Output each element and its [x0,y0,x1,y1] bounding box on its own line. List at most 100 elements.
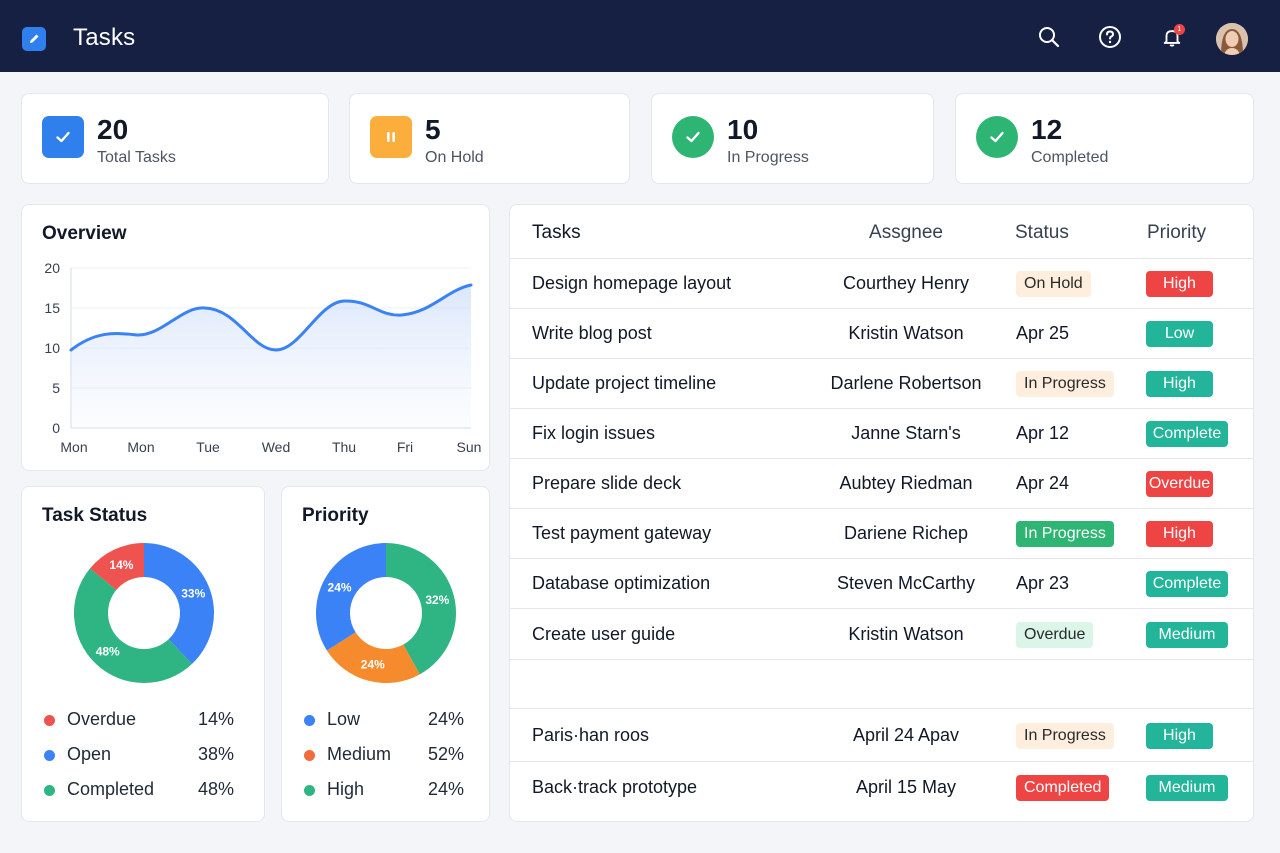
task-name: Create user guide [532,624,676,644]
status-cell: Apr 24 [1016,473,1069,494]
column-header-status[interactable]: Status [1015,222,1069,244]
donut-slice-label: 24% [361,657,385,671]
priority-cell: Low [1146,321,1213,347]
legend-percent: 24% [427,779,464,799]
legend-label: Low [327,709,361,729]
pause-icon [370,116,412,158]
y-tick: 0 [52,420,60,436]
x-tick: Mon [60,439,87,455]
task-status-donut-chart: 33% 48% 14% [73,543,215,683]
check-circle-icon [976,116,1018,158]
overview-area [71,285,471,428]
task-name: Back·track prototype [532,777,698,797]
priority-badge: Low [1146,321,1213,347]
priority-badge: High [1146,521,1213,547]
priority-cell: Complete [1146,571,1228,597]
donut-slice [316,543,386,651]
x-tick: Wed [262,439,291,455]
stat-card-total-tasks[interactable]: 20 Total Tasks [21,93,329,184]
legend-label: Medium [327,744,392,764]
legend-dot [44,750,55,761]
legend-item-completed: Completed 48% [42,779,242,801]
table-row[interactable]: Write blog post Kristin Watson Apr 25 Low [510,309,1253,359]
due-date: Apr 12 [1016,423,1070,443]
legend-item-open: Open 38% [42,744,242,766]
donut-slice [144,543,215,665]
priority-cell: High [1146,521,1213,547]
priority-badge: Overdue [1146,471,1213,497]
task-status-card: Task Status 33% 48% 14% Overdue 14% Open 3… [21,486,265,822]
task-name: Database optimization [532,573,711,593]
table-row[interactable]: Database optimization Steven McCarthy Apr … [510,559,1253,609]
table-row[interactable]: Create user guide Kristin Watson Overdue Me… [510,609,1253,660]
table-row[interactable]: Update project timeline Darlene Robertson… [510,359,1253,409]
table-row[interactable]: Paris·han roos April 24 Apav In Progress Hi… [510,709,1253,762]
priority-card: Priority 32% 24% 24% Low 24% Medium 52% Hi… [281,486,490,822]
status-cell: In Progress [1016,723,1114,749]
stat-card-in-progress[interactable]: 10 In Progress [651,93,934,184]
legend-percent: 52% [427,744,464,764]
priority-cell: High [1146,271,1213,297]
stat-card-completed[interactable]: 12 Completed [955,93,1254,184]
legend-percent: 48% [197,779,234,799]
donut-slice-label: 33% [181,586,205,600]
stat-label: Total Tasks [97,149,176,166]
task-assignee: Courthey Henry [842,273,970,293]
priority-badge: High [1146,271,1213,297]
notification-badge: 1 [1174,24,1185,35]
legend-item-medium: Medium 52% [302,744,472,766]
column-header-priority[interactable]: Priority [1147,222,1206,244]
checkbox-icon [42,116,84,158]
due-date: Apr 24 [1016,473,1070,493]
legend-dot [304,785,315,796]
overview-line-chart: 20 15 10 5 0 Mon Mon Tue Wed Thu Fri Sun [44,260,481,455]
check-circle-icon [672,116,714,158]
task-assignee: Steven McCarthy [836,573,976,593]
table-header: Tasks Assgnee Status Priority [510,205,1253,259]
legend-label: Completed [67,779,155,799]
stat-value: 5 [425,114,441,145]
table-row[interactable]: Fix login issues Janne Starn's Apr 12 Compl… [510,409,1253,459]
table-row[interactable]: Prepare slide deck Aubtey Riedman Apr 24 Ov… [510,459,1253,509]
column-header-assignee[interactable]: Assgnee [806,222,1006,244]
priority-cell: High [1146,371,1213,397]
app-logo-icon[interactable] [22,27,46,51]
legend-dot [304,715,315,726]
priority-title: Priority [302,505,369,526]
help-icon[interactable] [1097,24,1123,50]
legend-dot [44,715,55,726]
status-cell: On Hold [1016,271,1091,297]
status-cell: Completed [1016,775,1110,801]
task-assignee: Aubtey Riedman [839,473,973,493]
user-avatar[interactable] [1216,23,1248,55]
table-row[interactable]: Test payment gateway Dariene Richep In Pro… [510,509,1253,559]
x-tick: Tue [196,439,220,455]
task-name: Test payment gateway [532,523,712,543]
x-tick: Thu [332,439,356,455]
legend-dot [304,750,315,761]
search-icon[interactable] [1036,24,1062,50]
status-cell: Apr 25 [1016,323,1069,344]
priority-badge: Complete [1146,421,1228,447]
stat-card-on-hold[interactable]: 5 On Hold [349,93,630,184]
y-tick: 5 [52,380,60,396]
legend-percent: 38% [197,744,234,764]
task-assignee: Kristin Watson [848,323,964,343]
priority-badge: High [1146,723,1213,749]
column-header-task[interactable]: Tasks [532,222,581,244]
task-assignee: April 15 May [855,777,957,797]
priority-cell: Complete [1146,421,1228,447]
stat-value: 10 [727,114,759,145]
priority-cell: Medium [1146,622,1228,648]
table-row[interactable]: Back·track prototype April 15 May Complete… [510,762,1253,813]
stat-label: In Progress [727,149,809,166]
legend-dot [44,785,55,796]
legend-label: High [327,779,365,799]
table-row[interactable]: Design homepage layout Courthey Henry On H… [510,259,1253,309]
task-status-title: Task Status [42,505,148,526]
priority-donut-chart: 32% 24% 24% [316,543,456,683]
notification-bell-icon[interactable]: 1 [1159,24,1185,50]
top-bar: Tasks 1 [0,0,1280,72]
stat-value: 12 [1031,114,1063,145]
status-cell: Overdue [1016,622,1094,648]
